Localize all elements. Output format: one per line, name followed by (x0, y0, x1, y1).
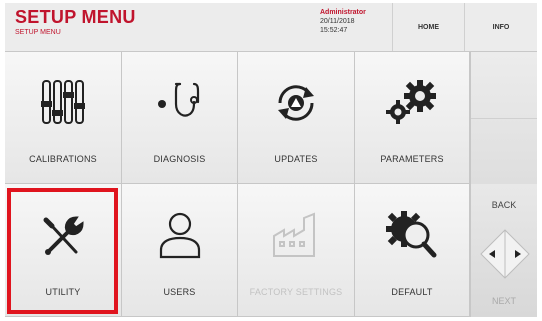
pager-arrows (480, 229, 530, 279)
tools-icon (5, 212, 121, 262)
user-name: Administrator (320, 9, 366, 16)
breadcrumb: SETUP MENU (15, 29, 61, 36)
next-button[interactable]: NEXT (471, 296, 537, 306)
parameters-tile[interactable]: PARAMETERS (355, 52, 470, 184)
info-button[interactable]: INFO (464, 3, 537, 51)
back-button[interactable]: BACK (471, 200, 537, 210)
title-block: SETUP MENU SETUP MENU (5, 3, 310, 51)
divider (471, 118, 537, 119)
default-tile[interactable]: DEFAULT (355, 184, 470, 317)
time-display: 15:52:47 (320, 27, 348, 34)
user-icon (122, 210, 237, 260)
gears-icon (355, 78, 469, 126)
sync-icon (238, 79, 354, 127)
page-title: SETUP MENU (15, 7, 136, 27)
calibrations-label: CALIBRATIONS (29, 154, 97, 164)
side-panel (470, 52, 537, 184)
default-label: DEFAULT (391, 287, 433, 297)
users-label: USERS (163, 287, 196, 297)
parameters-label: PARAMETERS (380, 154, 444, 164)
factory-settings-label: FACTORY SETTINGS (249, 287, 343, 297)
calibrations-tile[interactable]: CALIBRATIONS (5, 52, 122, 184)
sliders-icon (5, 79, 121, 125)
date-display: 20/11/2018 (320, 18, 355, 25)
utility-label: UTILITY (45, 287, 81, 297)
updates-label: UPDATES (274, 154, 318, 164)
factory-settings-tile: FACTORY SETTINGS (238, 184, 355, 317)
factory-icon (238, 210, 354, 260)
setup-screen: SETUP MENU SETUP MENU Administrator 20/1… (5, 3, 537, 317)
gear-magnifier-icon (355, 209, 469, 259)
stethoscope-icon (122, 80, 237, 124)
utility-tile[interactable]: UTILITY (5, 184, 122, 317)
pager: BACK NEXT (470, 184, 537, 317)
home-button[interactable]: HOME (392, 3, 464, 51)
diagnosis-label: DIAGNOSIS (153, 154, 206, 164)
users-tile[interactable]: USERS (122, 184, 238, 317)
header-bar: SETUP MENU SETUP MENU Administrator 20/1… (5, 3, 537, 52)
session-info: Administrator 20/11/2018 15:52:47 (310, 3, 392, 51)
updates-tile[interactable]: UPDATES (238, 52, 355, 184)
diagnosis-tile[interactable]: DIAGNOSIS (122, 52, 238, 184)
